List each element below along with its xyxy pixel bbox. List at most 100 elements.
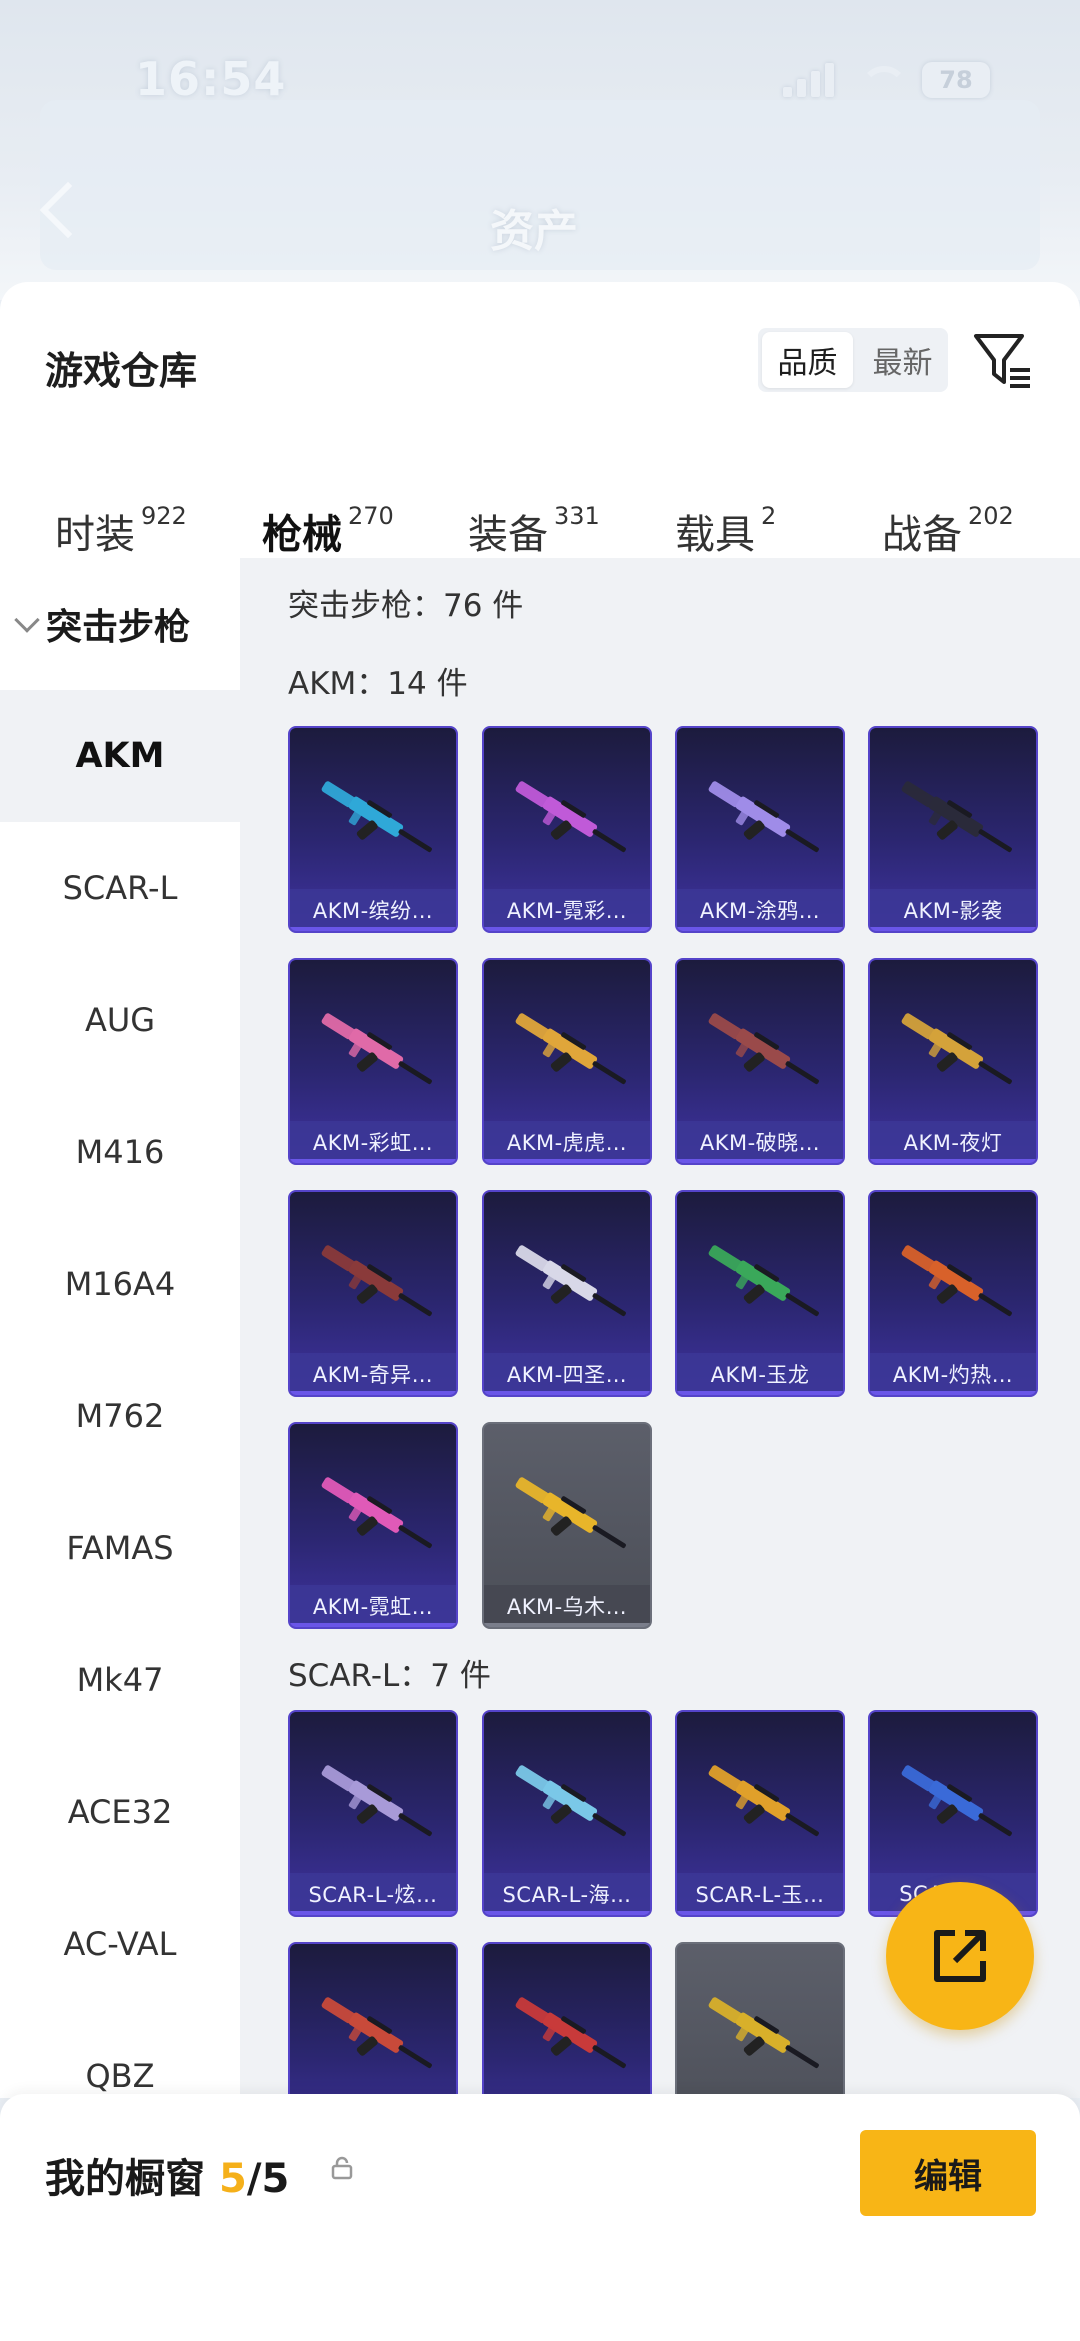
rifle-icon — [515, 781, 626, 853]
weapon-card[interactable]: SCAR-L-炫… — [288, 1710, 458, 1917]
tab-count: 270 — [348, 502, 394, 530]
sidebar-group-assault-rifles[interactable]: 突击步枪 — [14, 598, 191, 650]
sidebar-item-m16a4[interactable]: M16A4 — [0, 1218, 240, 1350]
wifi-icon — [858, 64, 908, 96]
weapon-card[interactable] — [482, 1942, 652, 2098]
weapon-card[interactable]: AKM-虎虎… — [482, 958, 652, 1165]
sidebar-item-m762[interactable]: M762 — [0, 1350, 240, 1482]
weapon-card[interactable]: AKM-乌木… — [482, 1422, 652, 1629]
weapon-card[interactable]: AKM-涂鸦… — [675, 726, 845, 933]
sidebar-item-mk47[interactable]: Mk47 — [0, 1614, 240, 1746]
weapon-card[interactable]: AKM-彩虹… — [288, 958, 458, 1165]
rifle-icon — [321, 1477, 432, 1549]
rifle-icon — [708, 781, 819, 853]
weapon-card[interactable]: SCAR-L-海… — [482, 1710, 652, 1917]
tab-count: 922 — [141, 502, 187, 530]
weapon-card-label: AKM-夜灯 — [870, 1121, 1036, 1163]
weapon-card-label: AKM-影袭 — [870, 889, 1036, 931]
rifle-icon — [515, 1245, 626, 1317]
weapon-card[interactable] — [675, 1942, 845, 2098]
showcase-title-row: 我的橱窗 5/5 — [45, 2146, 289, 2204]
weapon-card-label: AKM-灼热… — [870, 1353, 1036, 1395]
rifle-icon — [321, 781, 432, 853]
weapon-card[interactable]: AKM-缤纷… — [288, 726, 458, 933]
weapon-card-label: AKM-缤纷… — [290, 889, 456, 931]
rifle-icon — [901, 781, 1012, 853]
rifle-icon — [321, 1013, 432, 1085]
weapon-card[interactable]: AKM-破晓… — [675, 958, 845, 1165]
weapon-card-label: AKM-涂鸦… — [677, 889, 843, 931]
tab-fashion[interactable]: 时装 922 — [55, 502, 187, 560]
weapon-card[interactable]: AKM-四圣… — [482, 1190, 652, 1397]
lock-icon — [331, 2156, 353, 2180]
top-background: 16:54 78 资产 — [0, 0, 1080, 300]
tab-label: 枪械 — [262, 512, 342, 558]
tab-equipment[interactable]: 装备 331 — [468, 502, 600, 560]
external-link-icon — [934, 1930, 986, 1982]
tab-label: 载具 — [675, 512, 755, 558]
weapon-card-label: AKM-霓彩… — [484, 889, 650, 931]
section-head-akm: AKM：14 件 — [288, 666, 468, 702]
sort-newest-button[interactable]: 最新 — [857, 328, 948, 392]
weapon-card-label: AKM-霓虹… — [290, 1585, 456, 1627]
weapon-card-label: AKM-乌木… — [484, 1585, 650, 1627]
tab-count: 331 — [554, 502, 600, 530]
weapon-card-label: AKM-奇异… — [290, 1353, 456, 1395]
sidebar-item-scar-l[interactable]: SCAR-L — [0, 822, 240, 954]
sidebar-item-ace32[interactable]: ACE32 — [0, 1746, 240, 1878]
weapon-card[interactable]: SCAR-L-玉… — [675, 1710, 845, 1917]
rifle-icon — [321, 1765, 432, 1837]
weapon-grid: 突击步枪：76 件 AKM：14 件 SCAR-L：7 件 AKM-缤纷… AKM… — [240, 558, 1080, 2098]
rifle-icon — [321, 1245, 432, 1317]
rifle-icon — [515, 1013, 626, 1085]
weapon-card-label: AKM-四圣… — [484, 1353, 650, 1395]
category-tabs: 时装 922 枪械 270 装备 331 载具 2 战备 202 — [0, 462, 1080, 586]
weapon-card-label: AKM-破晓… — [677, 1121, 843, 1163]
rifle-icon — [708, 1245, 819, 1317]
weapon-card-label: SCAR-L-炫… — [290, 1873, 456, 1915]
rifle-icon — [515, 1477, 626, 1549]
weapon-card[interactable]: AKM-灼热… — [868, 1190, 1038, 1397]
filter-icon[interactable] — [972, 330, 1034, 390]
tab-guns[interactable]: 枪械 270 — [262, 502, 394, 586]
weapon-sidebar: 突击步枪 AKM SCAR-L AUG M416 M16A4 M762 FAMA… — [0, 558, 240, 2098]
edit-button[interactable]: 编辑 — [860, 2130, 1036, 2216]
sidebar-item-akm[interactable]: AKM — [0, 690, 240, 822]
showcase-title: 我的橱窗 — [45, 2156, 205, 2202]
tab-vehicles[interactable]: 载具 2 — [675, 502, 776, 560]
rifle-icon — [708, 1765, 819, 1837]
sidebar-item-ac-val[interactable]: AC-VAL — [0, 1878, 240, 2010]
rifle-icon — [321, 1997, 432, 2069]
weapon-card[interactable]: AKM-夜灯 — [868, 958, 1038, 1165]
tab-label: 装备 — [468, 512, 548, 558]
section-head-scar-l: SCAR-L：7 件 — [288, 1658, 491, 1694]
weapon-card-label: AKM-玉龙 — [677, 1353, 843, 1395]
sidebar-item-m416[interactable]: M416 — [0, 1086, 240, 1218]
weapon-card[interactable]: AKM-奇异… — [288, 1190, 458, 1397]
weapon-card[interactable] — [288, 1942, 458, 2098]
export-button[interactable] — [886, 1882, 1034, 2030]
sort-quality-button[interactable]: 品质 — [762, 332, 853, 388]
rifle-icon — [708, 1997, 819, 2069]
nav-title: 资产 — [490, 206, 578, 257]
sidebar-item-famas[interactable]: FAMAS — [0, 1482, 240, 1614]
rifle-icon — [901, 1013, 1012, 1085]
signal-icon — [783, 63, 834, 97]
weapon-card[interactable]: AKM-玉龙 — [675, 1190, 845, 1397]
weapon-card[interactable]: AKM-霓虹… — [288, 1422, 458, 1629]
sidebar-item-aug[interactable]: AUG — [0, 954, 240, 1086]
rifle-icon — [901, 1765, 1012, 1837]
weapon-card[interactable]: AKM-影袭 — [868, 726, 1038, 933]
tab-label: 时装 — [55, 512, 135, 558]
weapon-card-label: AKM-虎虎… — [484, 1121, 650, 1163]
battery-icon: 78 — [922, 62, 990, 98]
showcase-total: /5 — [246, 2156, 290, 2202]
weapon-card[interactable]: AKM-霓彩… — [482, 726, 652, 933]
rifle-icon — [515, 1765, 626, 1837]
sidebar-group-label: 突击步枪 — [46, 607, 191, 648]
showcase-count: 5/5 — [219, 2156, 289, 2202]
showcase-used: 5 — [219, 2156, 247, 2202]
showcase-bar: 我的橱窗 5/5 编辑 — [0, 2094, 1080, 2341]
tab-battle-gear[interactable]: 战备 202 — [882, 502, 1014, 560]
sort-toggle: 品质 最新 — [758, 328, 948, 392]
